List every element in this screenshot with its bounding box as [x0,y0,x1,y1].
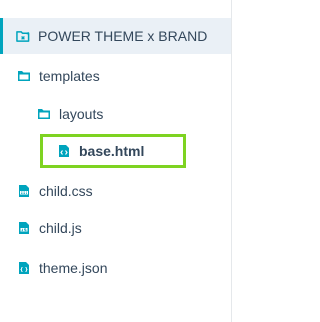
theme-folder-icon [16,29,30,43]
tree-item-base-html[interactable]: base.html [40,134,186,168]
tree-item-label: templates [39,68,100,84]
css-file-icon [17,184,31,198]
tree-item-templates[interactable]: templates [17,63,100,89]
tree-item-label: child.css [39,183,93,199]
tree-item-child-js[interactable]: child.js [17,215,82,241]
tree-item-label: theme.json [39,260,108,276]
file-tree: POWER THEME x BRAND templates layouts ba… [0,0,232,322]
tree-item-layouts[interactable]: layouts [37,101,103,127]
theme-root-item[interactable]: POWER THEME x BRAND [0,18,232,54]
html-file-icon [57,144,71,158]
theme-root-label: POWER THEME x BRAND [38,28,208,44]
tree-item-label: base.html [79,143,145,159]
panel-border [231,0,232,322]
js-file-icon [17,221,31,235]
tree-item-theme-json[interactable]: theme.json [17,255,107,281]
json-file-icon [17,261,31,275]
tree-item-label: child.js [39,220,82,236]
tree-item-label: layouts [59,106,104,122]
tree-item-child-css[interactable]: child.css [17,178,93,204]
folder-icon [37,107,51,121]
folder-icon [17,69,31,83]
